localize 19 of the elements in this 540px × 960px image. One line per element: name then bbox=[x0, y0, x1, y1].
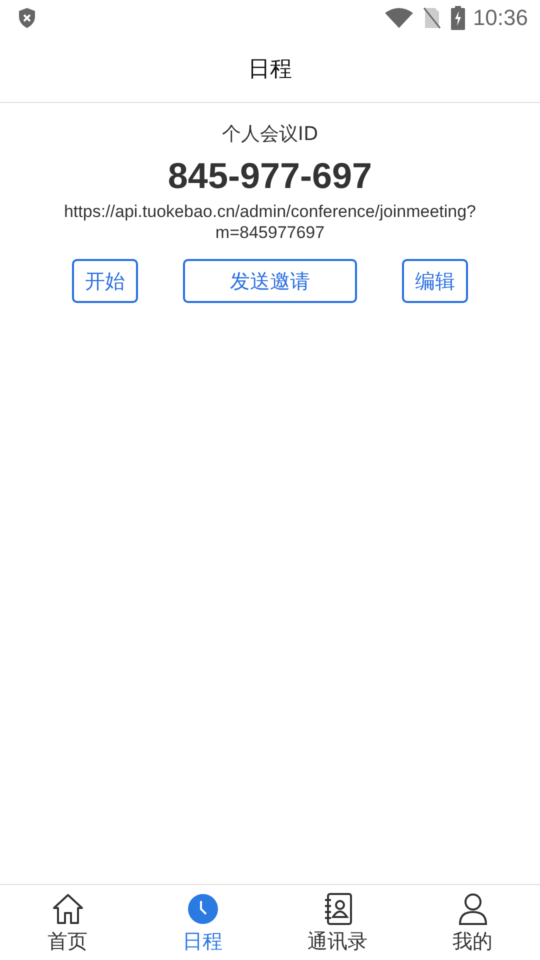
page-title: 日程 bbox=[248, 56, 292, 84]
wifi-icon bbox=[384, 8, 413, 28]
no-sim-icon bbox=[422, 7, 441, 29]
shield-icon bbox=[17, 7, 37, 29]
tab[interactable]: 日程 bbox=[135, 885, 270, 960]
clock-time: 10:36 bbox=[472, 5, 528, 31]
send-invite-button[interactable]: 发送邀请 bbox=[183, 259, 357, 303]
tab[interactable]: 首页 bbox=[0, 885, 135, 960]
person-icon bbox=[458, 893, 488, 925]
clock-icon bbox=[186, 893, 218, 925]
meeting-id-label: 个人会议ID bbox=[222, 122, 318, 147]
contact-book-icon bbox=[322, 893, 352, 925]
meeting-id: 845-977-697 bbox=[168, 155, 372, 197]
battery-icon bbox=[450, 6, 465, 30]
tab[interactable]: 我的 bbox=[405, 885, 540, 960]
edit-button[interactable]: 编辑 bbox=[402, 259, 468, 303]
tab[interactable]: 通讯录 bbox=[270, 885, 405, 960]
home-icon bbox=[50, 893, 84, 925]
start-button[interactable]: 开始 bbox=[72, 259, 138, 303]
